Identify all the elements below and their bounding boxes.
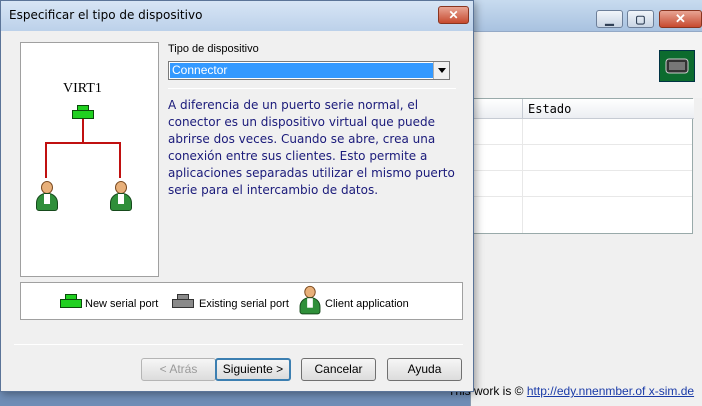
column-header-estado[interactable]: Estado	[528, 102, 571, 116]
row-gridline	[472, 196, 692, 197]
dialog-body: VIRT1 Tipo de dispositivo Connector A di…	[1, 31, 473, 391]
chevron-down-icon[interactable]	[433, 62, 449, 79]
new-port-legend-icon	[60, 294, 82, 308]
divider	[168, 88, 456, 89]
client-app-legend-icon	[299, 285, 322, 318]
client-app-icon	[35, 181, 59, 215]
minimize-icon: ▁	[605, 13, 614, 26]
window-close-button[interactable]: ✕	[659, 10, 702, 28]
button-divider	[14, 344, 463, 345]
connection-wire	[45, 142, 121, 144]
connector-preview: VIRT1	[20, 42, 159, 277]
serial-port-icon[interactable]	[659, 50, 695, 82]
dialog-close-button[interactable]: ✕	[438, 6, 469, 24]
device-description: A diferencia de un puerto serie normal, …	[168, 98, 455, 197]
device-type-label: Tipo de dispositivo	[168, 43, 259, 55]
row-gridline	[472, 170, 692, 171]
cancel-button[interactable]: Cancelar	[301, 358, 376, 381]
maximize-button[interactable]: ▢	[627, 10, 654, 28]
legend-new-port: New serial port	[85, 298, 159, 310]
minimize-button[interactable]: ▁	[596, 10, 623, 28]
background-titlebar: ▁ ▢ ✕	[471, 0, 702, 32]
connection-wire	[82, 119, 84, 143]
back-button[interactable]: < Atrás	[141, 358, 216, 381]
client-app-icon	[109, 181, 133, 215]
help-button[interactable]: Ayuda	[387, 358, 462, 381]
column-separator[interactable]	[522, 99, 523, 119]
device-label: VIRT1	[63, 81, 102, 96]
device-type-select[interactable]: Connector	[168, 61, 450, 80]
device-type-dialog: Especificar el tipo de dispositivo ✕ VIR…	[0, 0, 474, 392]
maximize-icon: ▢	[635, 13, 646, 26]
legend: New serial port Existing serial port Cli…	[20, 282, 463, 320]
device-list[interactable]: Estado	[471, 98, 694, 234]
dialog-title: Especificar el tipo de dispositivo	[9, 8, 203, 22]
dialog-titlebar: Especificar el tipo de dispositivo ✕	[1, 1, 473, 31]
connection-wire	[119, 142, 121, 178]
watermark-link[interactable]: http://edy.nnenmber.of x-sim.de	[527, 384, 694, 398]
list-header: Estado	[472, 99, 694, 119]
device-type-value: Connector	[170, 63, 433, 78]
toolbar	[471, 32, 702, 98]
next-button[interactable]: Siguiente >	[215, 358, 291, 381]
legend-client-app: Client application	[325, 298, 409, 310]
background-window: ▁ ▢ ✕ Estado	[470, 0, 702, 406]
row-gridline	[472, 144, 692, 145]
close-icon: ✕	[675, 11, 686, 26]
connection-wire	[45, 142, 47, 178]
existing-port-legend-icon	[172, 294, 194, 308]
close-icon: ✕	[448, 8, 459, 22]
watermark: This work is © http://edy.nnenmber.of x-…	[448, 384, 694, 398]
new-port-icon	[72, 105, 94, 119]
legend-existing-port: Existing serial port	[199, 298, 289, 310]
column-gridline	[522, 119, 523, 233]
